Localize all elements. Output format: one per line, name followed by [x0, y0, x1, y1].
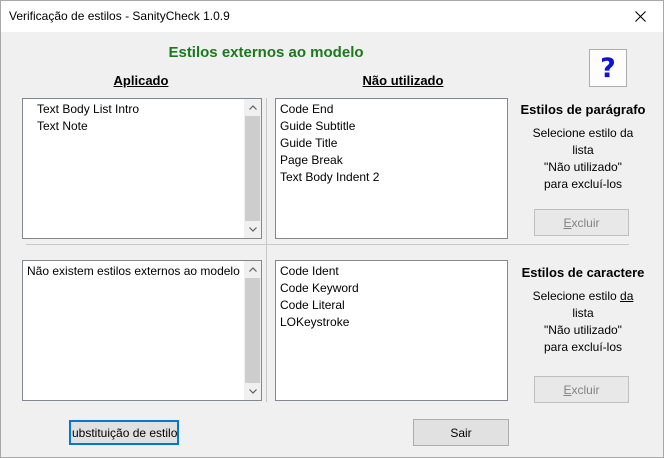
- style-check-dialog: Verificação de estilos - SanityCheck 1.0…: [0, 0, 664, 458]
- exit-button[interactable]: Sair: [413, 419, 509, 446]
- list-item[interactable]: Code Ident: [280, 264, 339, 278]
- instruction-line: "Não utilizado": [544, 323, 622, 337]
- instruction-line: para excluí-los: [543, 340, 623, 354]
- title-bar: Verificação de estilos - SanityCheck 1.0…: [1, 1, 663, 32]
- list-item[interactable]: Não existem estilos externos ao modelo: [27, 264, 240, 278]
- list-item[interactable]: Code Keyword: [280, 281, 359, 295]
- character-applied-scrollbar[interactable]: [244, 261, 261, 400]
- button-mnemonic: E: [563, 382, 572, 397]
- list-item[interactable]: Guide Subtitle: [280, 119, 355, 133]
- list-item[interactable]: Text Note: [37, 119, 88, 133]
- button-label: xcluir: [571, 382, 600, 397]
- button-label: xcluir: [571, 215, 600, 230]
- list-item[interactable]: Page Break: [280, 153, 343, 167]
- paragraph-instructions: Selecione estilo da lista "Não utilizado…: [515, 125, 651, 193]
- dialog-heading: Estilos externos ao modelo: [168, 44, 364, 61]
- instruction-line: lista: [572, 306, 594, 320]
- paragraph-styles-title: Estilos de parágrafo: [520, 102, 646, 117]
- applied-column-label: Aplicado: [113, 73, 169, 88]
- instruction-text: Selecione estilo: [532, 289, 621, 303]
- list-item[interactable]: Code End: [280, 102, 333, 116]
- close-button[interactable]: [617, 1, 663, 32]
- character-styles-title: Estilos de caractere: [521, 265, 645, 280]
- delete-character-style-button[interactable]: Excluir: [534, 376, 629, 403]
- character-instructions: Selecione estilo da lista "Não utilizado…: [515, 288, 651, 356]
- list-item[interactable]: Guide Title: [280, 136, 337, 150]
- paragraph-applied-scrollbar[interactable]: [244, 99, 261, 238]
- scroll-thumb[interactable]: [245, 278, 260, 383]
- close-icon: [634, 11, 646, 22]
- button-label: Sair: [450, 425, 472, 440]
- list-item[interactable]: LOKeystroke: [280, 315, 349, 329]
- instruction-line: Selecione estilo da: [532, 126, 634, 140]
- scroll-up-arrow[interactable]: [244, 261, 261, 278]
- chevron-down-icon: [248, 227, 257, 232]
- horizontal-divider: [26, 244, 629, 245]
- paragraph-applied-list[interactable]: Text Body List Intro Text Note: [22, 98, 262, 239]
- help-button[interactable]: ?: [589, 49, 627, 87]
- paragraph-unused-list[interactable]: Code End Guide Subtitle Guide Title Page…: [275, 98, 508, 239]
- chevron-up-icon: [248, 105, 257, 110]
- chevron-down-icon: [248, 389, 257, 394]
- instruction-line: Selecione estilo da: [515, 288, 651, 305]
- character-applied-list[interactable]: Não existem estilos externos ao modelo: [22, 260, 262, 401]
- window-title: Verificação de estilos - SanityCheck 1.0…: [9, 9, 230, 23]
- instruction-line: lista: [572, 143, 594, 157]
- scroll-thumb[interactable]: [245, 116, 260, 221]
- instruction-line: para excluí-los: [543, 177, 623, 191]
- character-unused-list[interactable]: Code Ident Code Keyword Code Literal LOK…: [275, 260, 508, 401]
- vertical-divider: [266, 98, 267, 402]
- button-mnemonic: E: [563, 215, 572, 230]
- style-substitution-button[interactable]: ubstituição de estilo: [69, 420, 179, 445]
- list-item[interactable]: Code Literal: [280, 298, 345, 312]
- scroll-down-arrow[interactable]: [244, 221, 261, 238]
- delete-paragraph-style-button[interactable]: Excluir: [534, 209, 629, 236]
- scroll-down-arrow[interactable]: [244, 383, 261, 400]
- question-mark-icon: ?: [600, 52, 616, 84]
- chevron-up-icon: [248, 267, 257, 272]
- button-label: ubstituição de estilo: [72, 425, 178, 440]
- instruction-line: "Não utilizado": [544, 160, 622, 174]
- instruction-text: da: [620, 289, 634, 303]
- scroll-up-arrow[interactable]: [244, 99, 261, 116]
- list-item[interactable]: Text Body List Intro: [37, 102, 139, 116]
- unused-column-label: Não utilizado: [362, 73, 444, 88]
- list-item[interactable]: Text Body Indent 2: [280, 170, 379, 184]
